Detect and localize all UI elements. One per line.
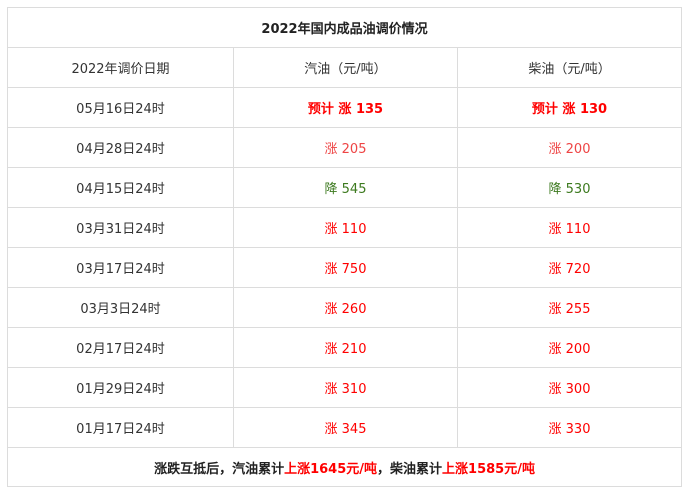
gasoline-total: 上涨1645元/吨 xyxy=(284,461,378,477)
cell-gasoline: 预计 涨 135 xyxy=(233,87,458,128)
diesel-total: 上涨1585元/吨 xyxy=(442,461,535,477)
table-row: 04月28日24时 涨 205 涨 200 xyxy=(7,127,683,168)
table-row: 02月17日24时 涨 210 涨 200 xyxy=(7,327,683,368)
cell-gasoline: 涨 210 xyxy=(233,327,458,368)
cell-date: 01月29日24时 xyxy=(7,367,234,408)
header-gasoline: 汽油（元/吨） xyxy=(233,47,458,88)
cell-date: 04月28日24时 xyxy=(7,127,234,168)
cell-date: 02月17日24时 xyxy=(7,327,234,368)
summary-row: 涨跌互抵后，汽油累计上涨1645元/吨，柴油累计上涨1585元/吨 xyxy=(6,447,683,487)
cell-date: 03月17日24时 xyxy=(7,247,234,288)
table-row: 03月17日24时 涨 750 涨 720 xyxy=(7,247,683,288)
cell-gasoline: 涨 310 xyxy=(233,367,458,408)
table-header-row: 2022年调价日期 汽油（元/吨） 柴油（元/吨） xyxy=(7,47,683,88)
cell-gasoline: 涨 750 xyxy=(233,247,458,288)
cell-diesel: 涨 300 xyxy=(456,367,683,408)
cell-diesel: 涨 720 xyxy=(456,247,683,288)
cell-gasoline: 涨 205 xyxy=(233,127,458,168)
table-row: 05月16日24时 预计 涨 135 预计 涨 130 xyxy=(7,87,683,128)
header-diesel: 柴油（元/吨） xyxy=(456,47,683,88)
table-title-row: 2022年国内成品油调价情况 xyxy=(6,7,683,48)
summary-cell: 涨跌互抵后，汽油累计上涨1645元/吨，柴油累计上涨1585元/吨 xyxy=(6,447,683,487)
cell-gasoline: 涨 260 xyxy=(233,287,458,328)
cell-gasoline: 涨 110 xyxy=(233,207,458,248)
summary-middle: ，柴油累计 xyxy=(377,461,443,477)
cell-date: 05月16日24时 xyxy=(7,87,234,128)
cell-date: 01月17日24时 xyxy=(7,407,234,448)
cell-date: 03月31日24时 xyxy=(7,207,234,248)
table-row: 01月29日24时 涨 310 涨 300 xyxy=(7,367,683,408)
cell-diesel: 涨 255 xyxy=(456,287,683,328)
price-adjustment-table: 2022年国内成品油调价情况 2022年调价日期 汽油（元/吨） 柴油（元/吨）… xyxy=(6,7,683,487)
price-table-container: 2022年国内成品油调价情况 2022年调价日期 汽油（元/吨） 柴油（元/吨）… xyxy=(6,7,683,487)
summary-prefix: 涨跌互抵后，汽油累计 xyxy=(154,461,285,477)
cell-diesel: 涨 330 xyxy=(456,407,683,448)
table-title: 2022年国内成品油调价情况 xyxy=(6,7,683,48)
cell-gasoline: 降 545 xyxy=(233,167,458,208)
table-row: 03月31日24时 涨 110 涨 110 xyxy=(7,207,683,248)
cell-diesel: 涨 110 xyxy=(456,207,683,248)
cell-diesel: 预计 涨 130 xyxy=(456,87,683,128)
cell-diesel: 涨 200 xyxy=(456,327,683,368)
cell-date: 03月3日24时 xyxy=(7,287,234,328)
header-date: 2022年调价日期 xyxy=(7,47,234,88)
cell-diesel: 降 530 xyxy=(456,167,683,208)
cell-diesel: 涨 200 xyxy=(456,127,683,168)
table-row: 01月17日24时 涨 345 涨 330 xyxy=(7,407,683,448)
cell-date: 04月15日24时 xyxy=(7,167,234,208)
cell-gasoline: 涨 345 xyxy=(233,407,458,448)
table-row: 04月15日24时 降 545 降 530 xyxy=(7,167,683,208)
table-row: 03月3日24时 涨 260 涨 255 xyxy=(7,287,683,328)
